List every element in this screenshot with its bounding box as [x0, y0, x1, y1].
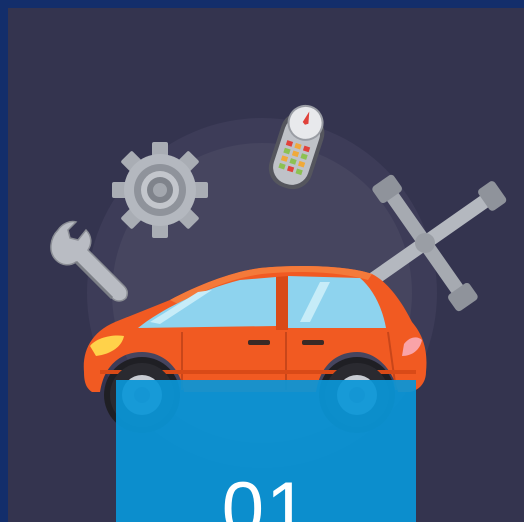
step-number-box: 01: [116, 380, 416, 522]
step-number: 01: [221, 467, 311, 522]
wrench-icon: [50, 220, 129, 302]
remote-icon: [268, 104, 325, 190]
gear-icon: [112, 142, 208, 238]
